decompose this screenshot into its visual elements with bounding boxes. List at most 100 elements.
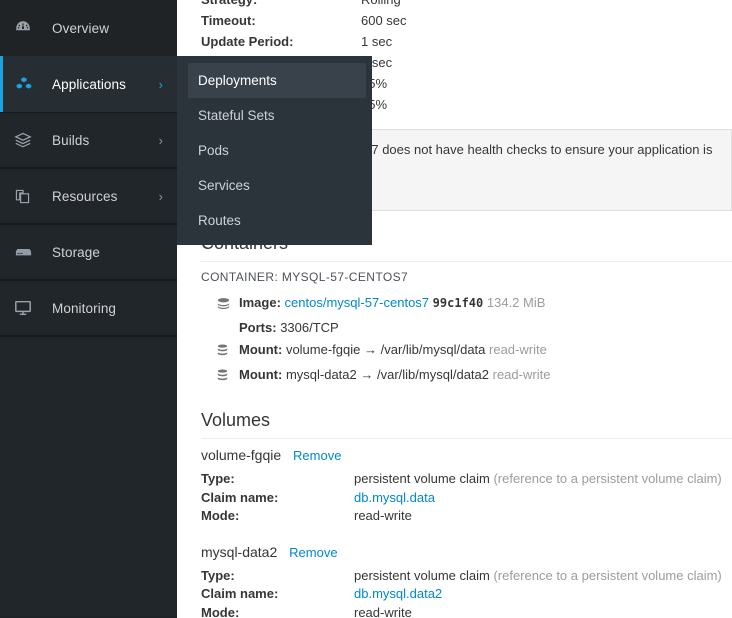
- layers-icon: [14, 127, 44, 153]
- detail-row: Timeout:600 sec: [201, 10, 732, 31]
- submenu-item-pods[interactable]: Pods: [177, 133, 372, 168]
- image-size: 134.2 MiB: [487, 295, 546, 310]
- container-name-label: CONTAINER: MYSQL-57-CENTOS7: [201, 270, 732, 284]
- detail-key: Timeout:: [201, 10, 361, 31]
- volume-type-note: (reference to a persistent volume claim): [493, 568, 721, 583]
- ports-value: 3306/TCP: [280, 320, 339, 335]
- mount-key: Mount:: [239, 367, 282, 382]
- volume-claim-key: Claim name:: [201, 585, 354, 604]
- gauge-icon: [14, 15, 44, 41]
- submenu-item-stateful-sets[interactable]: Stateful Sets: [177, 98, 372, 133]
- volume-type-note: (reference to a persistent volume claim): [493, 471, 721, 486]
- sidebar-item-label: Monitoring: [44, 301, 163, 316]
- detail-key: Update Period:: [201, 31, 361, 52]
- image-stack-icon: [217, 292, 239, 316]
- submenu-item-routes[interactable]: Routes: [177, 203, 372, 238]
- mount-arrow-icon: →: [364, 342, 377, 357]
- cubes-icon: [14, 71, 44, 97]
- applications-submenu: Deployments Stateful SetsPods Services Rout…: [177, 56, 372, 245]
- volume-type-key: Type:: [201, 567, 354, 586]
- volume-title: mysql-data2 Remove: [201, 544, 732, 560]
- submenu-item-label: Deployments: [198, 73, 277, 88]
- submenu-item-deployments[interactable]: Deployments: [188, 63, 366, 98]
- sidebar-item-overview[interactable]: Overview: [0, 0, 177, 56]
- submenu-item-label: Services: [198, 178, 250, 193]
- volume-mode-row: Mode: read-write: [201, 604, 722, 618]
- mount-arrow-icon: →: [360, 367, 373, 382]
- chevron-right-icon: ›: [159, 189, 177, 204]
- volume-claim-value-cell: db.mysql.data: [354, 489, 722, 508]
- volume-claim-key: Claim name:: [201, 489, 354, 508]
- database-icon: [217, 364, 239, 388]
- detail-value: 600 sec: [361, 13, 407, 28]
- mount-content: Mount: mysql-data2 → /var/lib/mysql/data…: [239, 364, 550, 385]
- volume-claim-value-cell: db.mysql.data2: [354, 585, 722, 604]
- container-ports-row: Ports: 3306/TCP: [217, 317, 732, 338]
- chevron-right-icon: ›: [159, 133, 177, 148]
- ports-spacer: [217, 317, 239, 320]
- volume-type-value-cell: persistent volume claim (reference to a …: [354, 470, 722, 489]
- sidebar-empty-area: [0, 336, 177, 616]
- sidebar-item-resources[interactable]: Resources›: [0, 168, 177, 224]
- volume-mode-key: Mode:: [201, 507, 354, 526]
- detail-value-cell: Rolling: [361, 0, 732, 10]
- mount-content: Mount: volume-fgqie → /var/lib/mysql/dat…: [239, 339, 547, 360]
- volume-mode-row: Mode: read-write: [201, 507, 722, 526]
- claim-name-link[interactable]: db.mysql.data2: [354, 586, 442, 601]
- detail-value-cell: 25%: [361, 73, 732, 94]
- volume-mode-key: Mode:: [201, 604, 354, 618]
- volume-detail-table: Type: persistent volume claim (reference…: [201, 470, 722, 526]
- sidebar-item-applications[interactable]: Applications›: [0, 56, 177, 112]
- image-key: Image:: [239, 295, 281, 310]
- volume-name: volume-fgqie: [201, 447, 281, 463]
- volume-type-value: persistent volume claim: [354, 471, 490, 486]
- mount-key: Mount:: [239, 342, 282, 357]
- sidebar-nav-list: OverviewApplications›Builds›Resources›St…: [0, 0, 177, 336]
- detail-value-cell: 25%: [361, 94, 732, 115]
- database-icon: [14, 239, 44, 265]
- detail-row: Strategy:Rolling: [201, 0, 732, 10]
- copy-icon: [14, 183, 44, 209]
- detail-value: 1 sec: [361, 34, 392, 49]
- database-icon: [217, 339, 239, 363]
- remove-volume-button[interactable]: Remove: [289, 545, 337, 560]
- sidebar-item-storage[interactable]: Storage: [0, 224, 177, 280]
- sidebar-item-label: Applications: [44, 77, 159, 92]
- container-mount-row: Mount: volume-fgqie → /var/lib/mysql/dat…: [217, 339, 732, 363]
- volume-claim-row: Claim name: db.mysql.data2: [201, 585, 722, 604]
- claim-name-link[interactable]: db.mysql.data: [354, 490, 435, 505]
- sidebar-item-label: Resources: [44, 189, 159, 204]
- volume-type-value: persistent volume claim: [354, 568, 490, 583]
- sidebar-item-label: Storage: [44, 245, 163, 260]
- remove-volume-button[interactable]: Remove: [293, 448, 341, 463]
- sidebar-item-monitoring[interactable]: Monitoring: [0, 280, 177, 336]
- container-image-content: Image: centos/mysql-57-centos7 99c1f40 1…: [239, 292, 545, 314]
- volume-type-value-cell: persistent volume claim (reference to a …: [354, 567, 722, 586]
- mount-mode: read-write: [489, 342, 547, 357]
- volume-claim-row: Claim name: db.mysql.data: [201, 489, 722, 508]
- monitor-icon: [14, 295, 44, 321]
- applications-submenu-list: Deployments Stateful SetsPods Services Rout…: [177, 63, 372, 238]
- container-image-row: Image: centos/mysql-57-centos7 99c1f40 1…: [217, 292, 732, 316]
- detail-value-cell: 1 sec: [361, 52, 732, 73]
- detail-value-cell: 600 sec: [361, 10, 732, 31]
- volume-title: volume-fgqie Remove: [201, 447, 732, 463]
- submenu-item-label: Routes: [198, 213, 241, 228]
- mount-mode: read-write: [493, 367, 551, 382]
- detail-key: Strategy:: [201, 0, 361, 10]
- volume-detail-table: Type: persistent volume claim (reference…: [201, 567, 722, 618]
- volume-type-row: Type: persistent volume claim (reference…: [201, 470, 722, 489]
- container-mount-row: Mount: mysql-data2 → /var/lib/mysql/data…: [217, 364, 732, 388]
- image-link[interactable]: centos/mysql-57-centos7: [285, 295, 430, 310]
- container-ports-content: Ports: 3306/TCP: [239, 317, 339, 338]
- volume-type-row: Type: persistent volume claim (reference…: [201, 567, 722, 586]
- volumes-heading: Volumes: [201, 410, 732, 439]
- volume-mode-value: read-write: [354, 507, 722, 526]
- sidebar-item-label: Builds: [44, 133, 159, 148]
- chevron-right-icon: ›: [159, 77, 177, 92]
- detail-value-cell: 1 sec: [361, 31, 732, 52]
- sidebar-item-builds[interactable]: Builds›: [0, 112, 177, 168]
- submenu-item-services[interactable]: Services: [177, 168, 372, 203]
- mount-path: /var/lib/mysql/data2: [377, 367, 489, 382]
- mount-name: mysql-data2: [286, 367, 357, 382]
